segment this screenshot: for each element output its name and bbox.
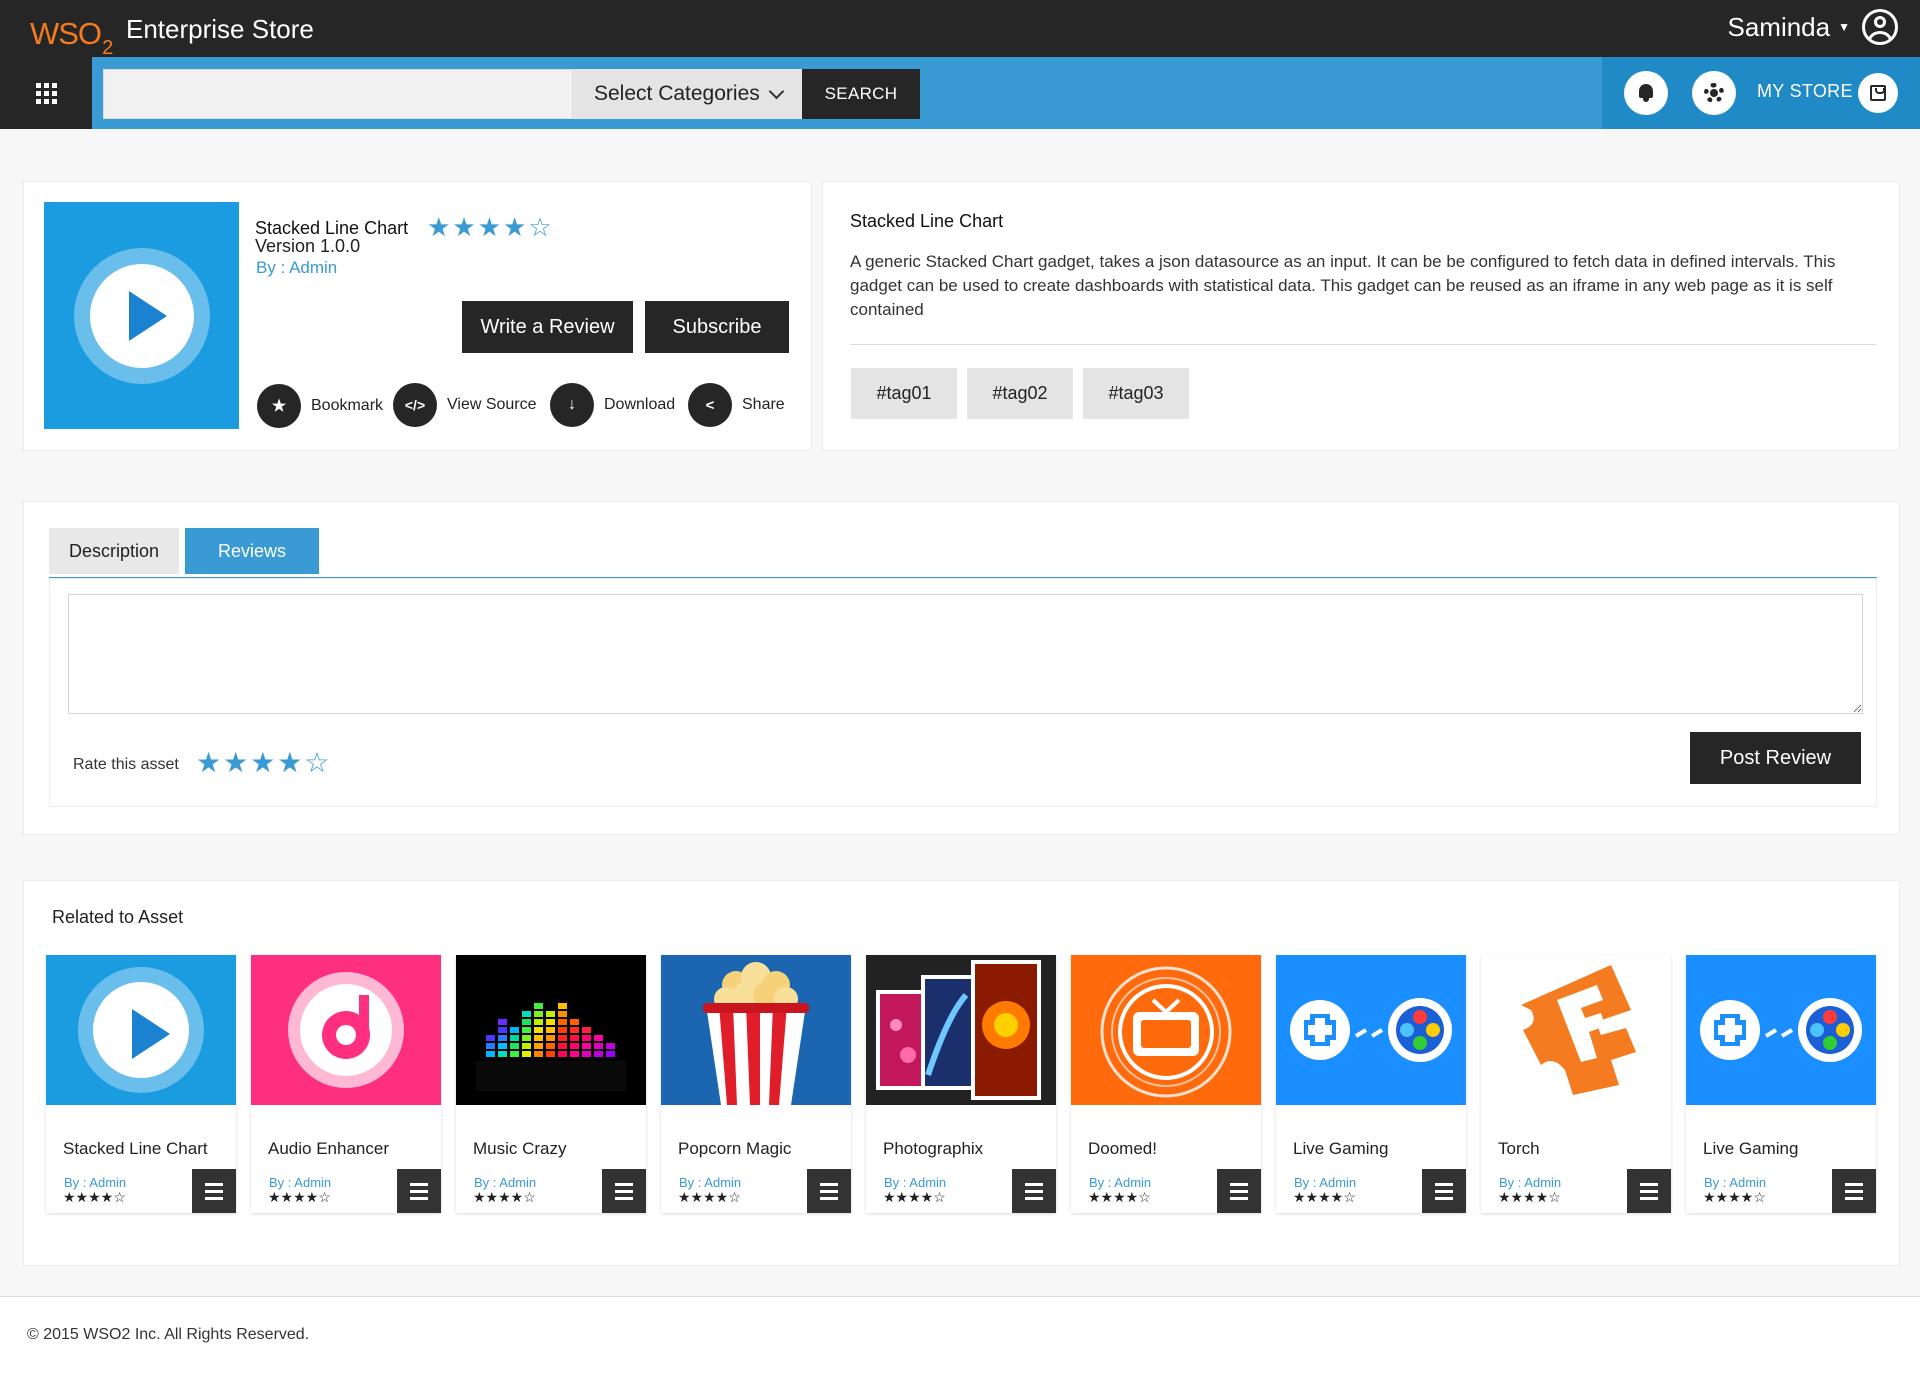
- settings-button[interactable]: [1692, 71, 1736, 115]
- gamepad-icon: [1276, 955, 1466, 1105]
- share-action[interactable]: < Share: [688, 383, 785, 427]
- store-nav: MY STORE: [1602, 57, 1920, 129]
- related-asset-card[interactable]: Stacked Line Chart By : Admin ★★★★☆: [46, 955, 236, 1213]
- related-asset-card[interactable]: Torch By : Admin ★★★★☆: [1481, 955, 1671, 1213]
- related-asset-card[interactable]: Live Gaming By : Admin ★★★★☆: [1686, 955, 1876, 1213]
- related-asset-card[interactable]: Doomed! By : Admin ★★★★☆: [1071, 955, 1261, 1213]
- related-asset-card[interactable]: Live Gaming By : Admin ★★★★☆: [1276, 955, 1466, 1213]
- category-select-label: Select Categories: [594, 82, 760, 105]
- related-asset-card[interactable]: Audio Enhancer By : Admin ★★★★☆: [251, 955, 441, 1213]
- play-icon: [89, 263, 194, 368]
- menu-icon[interactable]: [1832, 1169, 1876, 1213]
- grid-icon: [35, 82, 57, 104]
- rate-stars-input[interactable]: ★★★★☆: [196, 746, 332, 779]
- store-bag-icon: [1870, 85, 1886, 101]
- bell-icon: [1638, 84, 1654, 102]
- asset-version: Version 1.0.0: [255, 236, 361, 256]
- my-store-button[interactable]: [1858, 73, 1898, 113]
- search-button[interactable]: SEARCH: [802, 69, 920, 119]
- app-title: Enterprise Store: [126, 14, 314, 44]
- related-asset-card[interactable]: Music Crazy By : Admin ★★★★☆: [456, 955, 646, 1213]
- related-heading: Related to Asset: [52, 907, 184, 927]
- user-menu[interactable]: Saminda ▼: [1727, 9, 1898, 45]
- app-grid-button[interactable]: [0, 57, 92, 129]
- menu-icon[interactable]: [602, 1169, 646, 1213]
- top-bar: WSO 2 Enterprise Store Saminda ▼: [0, 0, 1920, 59]
- gamepad-icon: [1686, 955, 1876, 1105]
- user-name: Saminda: [1727, 11, 1831, 42]
- user-avatar-icon: [1862, 9, 1898, 45]
- caret-down-icon: ▼: [1838, 20, 1850, 34]
- menu-icon[interactable]: [1217, 1169, 1261, 1213]
- subscribe-button[interactable]: Subscribe: [645, 301, 789, 353]
- related-asset-card[interactable]: Photographix By : Admin ★★★★☆: [866, 955, 1056, 1213]
- torch-f-icon: [1481, 955, 1671, 1105]
- download-icon: ↓: [550, 383, 594, 427]
- tab-reviews[interactable]: Reviews: [185, 528, 319, 574]
- category-select[interactable]: Select Categories: [573, 69, 802, 119]
- tv-icon: [1071, 955, 1261, 1105]
- asset-rating-stars: ★★★★☆: [427, 212, 554, 242]
- divider: [850, 344, 1876, 345]
- nav-bar: Select Categories SEARCH MY STORE: [0, 57, 1920, 129]
- view-source-action[interactable]: </> View Source: [393, 383, 537, 427]
- gear-icon: [1704, 83, 1724, 103]
- description-text: A generic Stacked Chart gadget, takes a …: [850, 252, 1836, 319]
- write-review-button[interactable]: Write a Review: [462, 301, 633, 353]
- post-review-button[interactable]: Post Review: [1690, 732, 1861, 784]
- bookmark-action[interactable]: ★ Bookmark: [257, 384, 383, 428]
- tag-chip[interactable]: #tag03: [1083, 368, 1189, 419]
- related-asset-card[interactable]: Popcorn Magic By : Admin ★★★★☆: [661, 955, 851, 1213]
- menu-icon[interactable]: [1012, 1169, 1056, 1213]
- share-icon: <: [688, 383, 732, 427]
- chevron-down-icon: [768, 83, 785, 100]
- tag-chip[interactable]: #tag01: [851, 368, 957, 419]
- menu-icon[interactable]: [1627, 1169, 1671, 1213]
- review-textarea[interactable]: [68, 594, 1863, 714]
- music-note-icon: [251, 955, 441, 1105]
- star-icon: ★: [257, 384, 301, 428]
- logo-text: WSO: [30, 16, 102, 51]
- popcorn-icon: [661, 955, 851, 1105]
- menu-icon[interactable]: [192, 1169, 236, 1213]
- search-input[interactable]: [103, 69, 573, 119]
- asset-thumbnail: [44, 202, 239, 429]
- tag-chip[interactable]: #tag02: [967, 368, 1073, 419]
- wso2-logo[interactable]: WSO 2: [30, 10, 113, 59]
- menu-icon[interactable]: [397, 1169, 441, 1213]
- my-store-link[interactable]: MY STORE: [1757, 81, 1853, 102]
- notifications-button[interactable]: [1624, 71, 1668, 115]
- download-action[interactable]: ↓ Download: [550, 383, 675, 427]
- equalizer-icon: [456, 955, 646, 1105]
- asset-author[interactable]: By : Admin: [256, 258, 337, 278]
- rate-label: Rate this asset: [73, 756, 179, 773]
- code-icon: </>: [393, 383, 437, 427]
- asset-title: Stacked Line Chart: [255, 218, 409, 238]
- play-icon: [46, 955, 236, 1105]
- tab-description[interactable]: Description: [49, 528, 179, 574]
- menu-icon[interactable]: [1422, 1169, 1466, 1213]
- photos-icon: [866, 955, 1056, 1105]
- copyright-text: © 2015 WSO2 Inc. All Rights Reserved.: [27, 1326, 310, 1343]
- menu-icon[interactable]: [807, 1169, 851, 1213]
- description-title: Stacked Line Chart: [850, 211, 1004, 231]
